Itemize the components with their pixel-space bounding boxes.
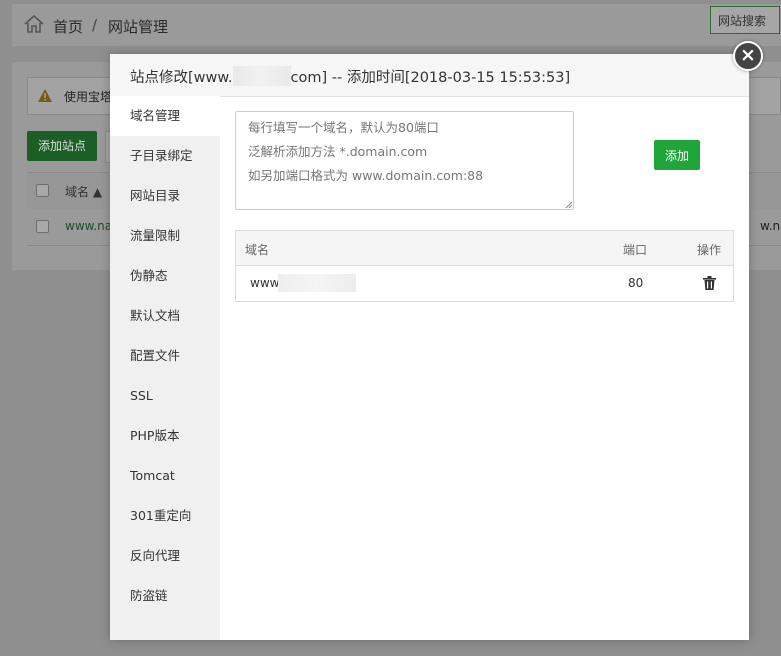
domain-column-header: 域名: [245, 243, 270, 257]
site-edit-modal: 站点修改[www. com] -- 添加时间[2018-03-15 15:53:5…: [110, 54, 749, 640]
menu-item-hotlink-protection[interactable]: 防盗链: [110, 576, 220, 616]
site-row-right-text: w.natu: [760, 219, 781, 233]
breadcrumb-current: 网站管理: [108, 18, 169, 36]
close-icon[interactable]: ×: [733, 41, 763, 71]
menu-item-site-directory[interactable]: 网站目录: [110, 176, 220, 216]
domain-input[interactable]: [235, 111, 574, 210]
breadcrumb-separator: /: [92, 16, 98, 34]
site-search-input[interactable]: 网站搜索: [710, 6, 780, 34]
redacted-domain: [278, 274, 356, 292]
top-bar: 首页 / 网站管理: [12, 4, 781, 46]
home-icon[interactable]: [23, 14, 45, 34]
resize-grip-icon[interactable]: [565, 201, 573, 209]
redacted-domain: [232, 66, 291, 86]
domain-table-header: 域名 端口 操作: [236, 231, 733, 266]
modal-side-menu: 域名管理 子目录绑定 网站目录 流量限制 伪静态 默认文档 配置文件 SSL P…: [110, 96, 220, 640]
menu-item-subdir-binding[interactable]: 子目录绑定: [110, 136, 220, 176]
menu-item-default-doc[interactable]: 默认文档: [110, 296, 220, 336]
menu-item-ssl[interactable]: SSL: [110, 376, 220, 416]
row-port: 80: [628, 276, 644, 290]
domain-table: 域名 端口 操作 www 80: [235, 230, 734, 302]
menu-item-traffic-limit[interactable]: 流量限制: [110, 216, 220, 256]
trash-icon[interactable]: [703, 276, 716, 290]
modal-title: 站点修改[www. com] -- 添加时间[2018-03-15 15:53:5…: [130, 66, 570, 87]
domain-column-header[interactable]: 域名 ▲: [65, 183, 102, 200]
warning-icon: [38, 89, 52, 102]
menu-item-reverse-proxy[interactable]: 反向代理: [110, 536, 220, 576]
site-domain-link[interactable]: www.na: [65, 219, 112, 233]
modal-header: 站点修改[www. com] -- 添加时间[2018-03-15 15:53:5…: [110, 54, 749, 97]
menu-item-config-file[interactable]: 配置文件: [110, 336, 220, 376]
port-column-header: 端口: [623, 243, 648, 257]
menu-item-tomcat[interactable]: Tomcat: [110, 456, 220, 496]
select-all-checkbox[interactable]: [36, 184, 49, 197]
table-row: www 80: [236, 266, 733, 301]
menu-item-rewrite[interactable]: 伪静态: [110, 256, 220, 296]
warning-text: 使用宝塔: [64, 90, 113, 104]
action-column-header: 操作: [697, 243, 722, 257]
menu-item-php-version[interactable]: PHP版本: [110, 416, 220, 456]
menu-item-domain[interactable]: 域名管理: [110, 96, 220, 136]
breadcrumb-home[interactable]: 首页: [53, 16, 83, 37]
menu-item-301-redirect[interactable]: 301重定向: [110, 496, 220, 536]
add-site-button[interactable]: 添加站点: [27, 131, 97, 161]
add-domain-button[interactable]: 添加: [654, 140, 700, 170]
title-prefix: 站点修改[www.: [130, 70, 233, 86]
row-checkbox[interactable]: [36, 220, 49, 233]
title-suffix: com] -- 添加时间[2018-03-15 15:53:53]: [290, 70, 571, 86]
row-domain: www: [250, 276, 280, 290]
